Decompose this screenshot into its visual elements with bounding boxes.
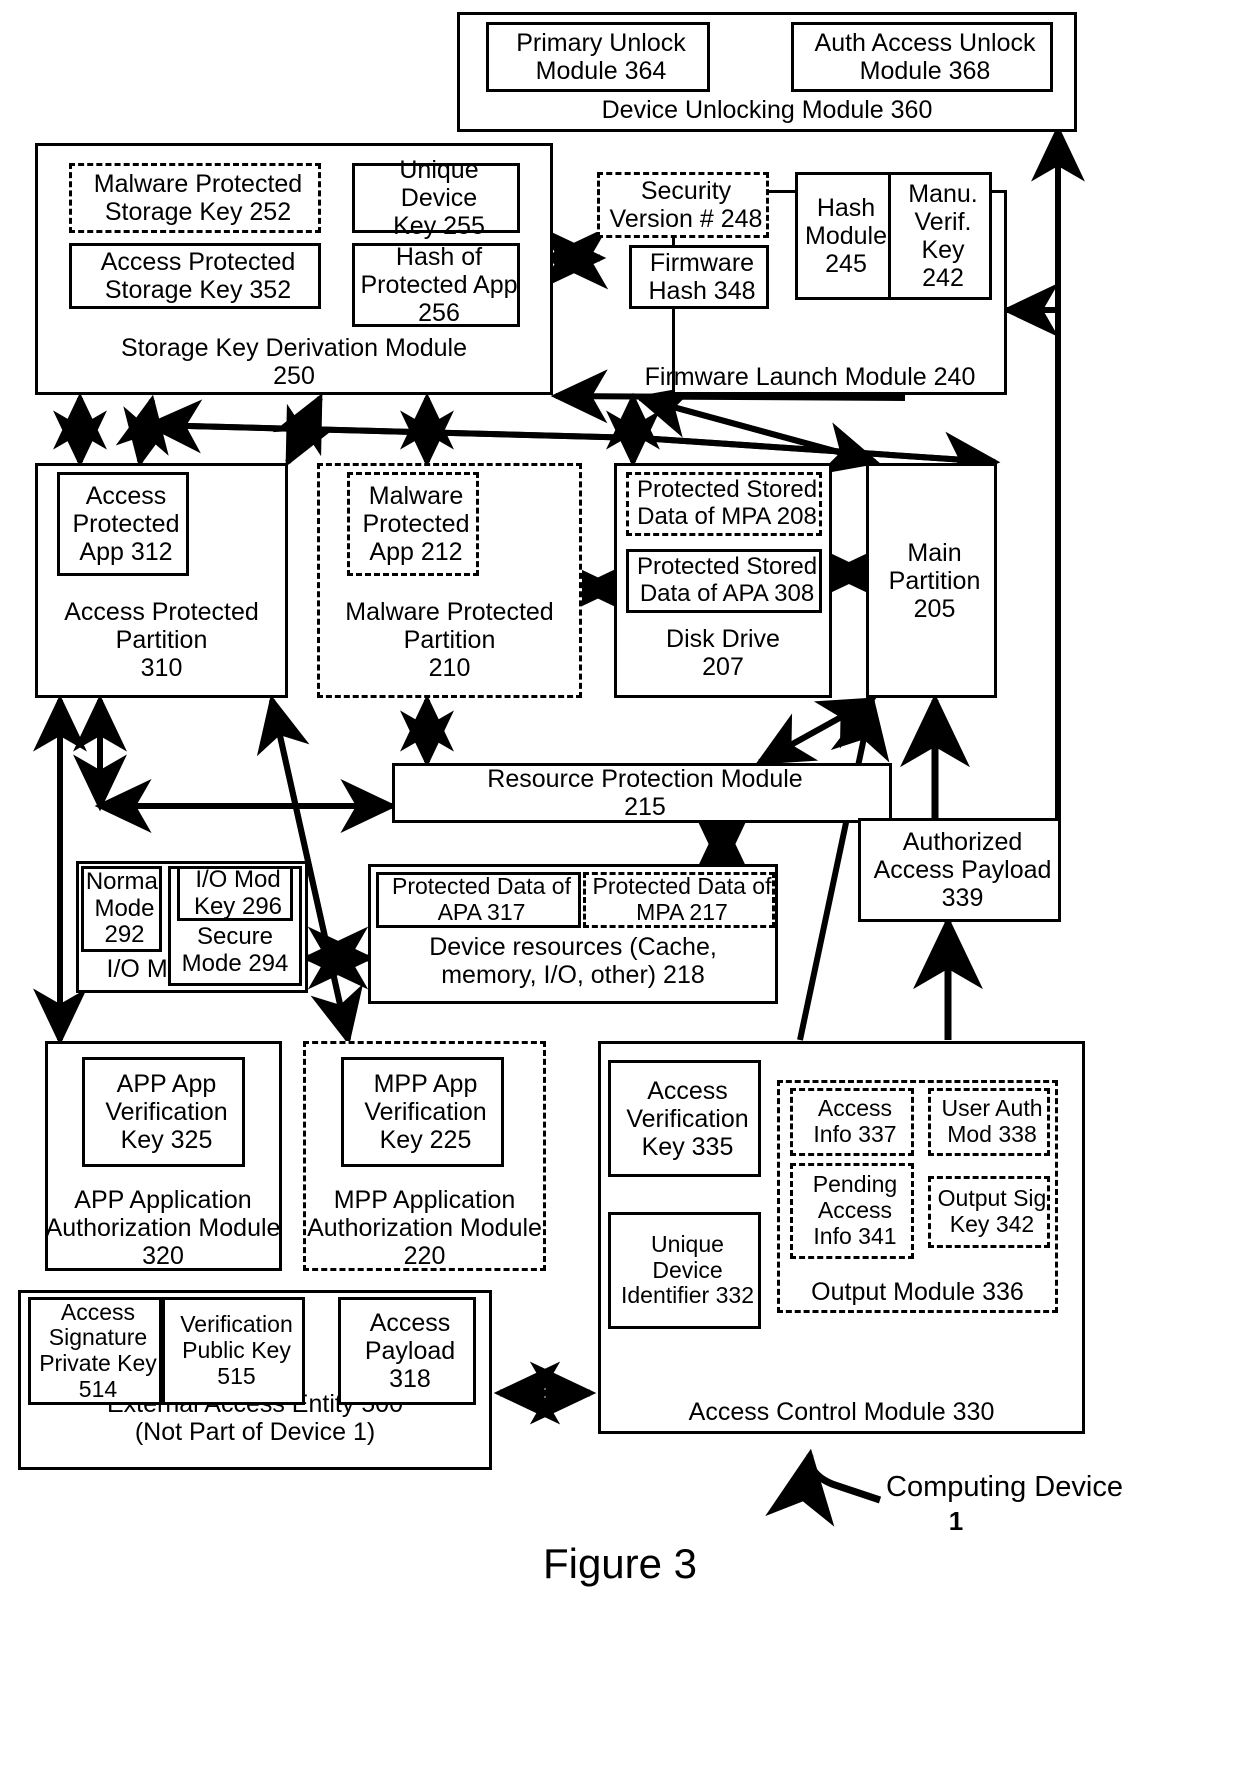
access-signature-private-key-label: Access Signature Private Key 514	[39, 1298, 157, 1402]
io-mod-key[interactable]: I/O Mod Key 296	[177, 866, 293, 921]
access-control-module-label: Access Control Module 330	[688, 1398, 995, 1426]
protected-stored-data-of-mpa-label: Protected Stored Data of MPA 208	[636, 476, 818, 530]
unique-device-key[interactable]: Unique Device Key 255	[352, 156, 520, 240]
access-info[interactable]: Access Info 337	[790, 1088, 914, 1156]
computing-device-number: 1	[948, 1506, 964, 1536]
access-verification-key-label: Access Verification Key 335	[626, 1076, 749, 1161]
unique-device-key-label: Unique Device Key 255	[393, 156, 485, 240]
manufacturer-verification-key[interactable]: Manu. Verif. Key 242	[888, 172, 992, 300]
computing-device-label: Computing Device	[886, 1471, 1123, 1503]
access-protected-storage-key-label: Access Protected Storage Key 352	[100, 248, 296, 304]
verification-public-key[interactable]: Verification Public Key 515	[162, 1297, 305, 1405]
access-protected-partition-label: Access Protected Partition 310	[64, 598, 259, 682]
storage-key-derivation-module-label: Storage Key Derivation Module 250	[120, 334, 468, 390]
access-info-label: Access Info 337	[813, 1095, 897, 1147]
device-unlocking-module-label: Device Unlocking Module 360	[601, 96, 933, 124]
hash-of-protected-app[interactable]: Hash of Protected App 256	[352, 243, 520, 327]
hash-module-label: Hash Module 245	[805, 194, 887, 278]
primary-unlock-module[interactable]: Primary Unlock Module 364	[486, 22, 710, 92]
authorized-access-payload[interactable]: Authorized Access Payload 339	[858, 818, 1061, 922]
protected-data-of-apa[interactable]: Protected Data of APA 317	[376, 872, 581, 928]
user-auth-mod-label: User Auth Mod 338	[941, 1095, 1043, 1147]
malware-protected-storage-key[interactable]: Malware Protected Storage Key 252	[69, 163, 321, 233]
malware-protected-app[interactable]: Malware Protected App 212	[347, 472, 479, 576]
firmware-hash-label: Firmware Hash 348	[648, 249, 756, 305]
malware-protected-storage-key-label: Malware Protected Storage Key 252	[93, 170, 303, 226]
protected-data-of-apa-label: Protected Data of APA 317	[392, 873, 571, 925]
auth-access-unlock-module-label: Auth Access Unlock Module 368	[814, 29, 1036, 85]
manufacturer-verification-key-label: Manu. Verif. Key 242	[908, 180, 978, 292]
protected-data-of-mpa-label: Protected Data of MPA 217	[592, 873, 772, 925]
protected-data-of-mpa[interactable]: Protected Data of MPA 217	[583, 872, 775, 928]
security-version-number-label: Security Version # 248	[609, 177, 763, 233]
hash-of-protected-app-label: Hash of Protected App 256	[360, 243, 518, 327]
security-version-number[interactable]: Security Version # 248	[597, 172, 769, 238]
main-partition-label: Main Partition 205	[888, 538, 981, 623]
authorized-access-payload-label: Authorized Access Payload 339	[873, 828, 1052, 912]
app-app-verification-key[interactable]: APP App Verification Key 325	[82, 1057, 245, 1167]
unique-device-identifier[interactable]: Unique Device Identifier 332	[608, 1212, 761, 1329]
access-payload[interactable]: Access Payload 318	[338, 1297, 476, 1405]
app-app-verification-key-label: APP App Verification Key 325	[105, 1070, 228, 1154]
device-resources-label: Device resources (Cache, memory, I/O, ot…	[429, 933, 717, 989]
main-partition[interactable]: Main Partition 205	[866, 463, 997, 698]
pending-access-info[interactable]: Pending Access Info 341	[790, 1163, 914, 1259]
unique-device-identifier-label: Unique Device Identifier 332	[621, 1230, 754, 1309]
io-mod-key-label: I/O Mod Key 296	[193, 865, 283, 920]
access-protected-app-label: Access Protected App 312	[72, 482, 180, 566]
hash-module[interactable]: Hash Module 245	[795, 172, 891, 300]
access-protected-app[interactable]: Access Protected App 312	[57, 472, 189, 576]
verification-public-key-label: Verification Public Key 515	[180, 1311, 293, 1389]
secure-mode-label: Secure Mode 294	[181, 923, 289, 977]
access-verification-key[interactable]: Access Verification Key 335	[608, 1060, 761, 1177]
patent-figure-3: Device Unlocking Module 360 Primary Unlo…	[0, 0, 1240, 1768]
output-sig-key[interactable]: Output Sig Key 342	[928, 1176, 1050, 1248]
access-payload-label: Access Payload 318	[364, 1309, 456, 1393]
user-auth-mod[interactable]: User Auth Mod 338	[928, 1088, 1050, 1156]
access-protected-storage-key[interactable]: Access Protected Storage Key 352	[69, 243, 321, 309]
output-module-label: Output Module 336	[811, 1278, 1024, 1306]
normal-mode[interactable]: Normal Mode 292	[81, 866, 164, 952]
protected-stored-data-of-apa-label: Protected Stored Data of APA 308	[636, 553, 818, 607]
protected-stored-data-of-apa[interactable]: Protected Stored Data of APA 308	[626, 549, 822, 613]
resource-protection-module[interactable]: Resource Protection Module 215	[392, 763, 892, 823]
app-application-authorization-module-label: APP Application Authorization Module 320	[45, 1186, 281, 1270]
access-signature-private-key[interactable]: Access Signature Private Key 514	[28, 1297, 162, 1405]
output-sig-key-label: Output Sig Key 342	[937, 1185, 1047, 1237]
primary-unlock-module-label: Primary Unlock Module 364	[516, 29, 686, 85]
pending-access-info-label: Pending Access Info 341	[812, 1171, 898, 1249]
firmware-hash[interactable]: Firmware Hash 348	[629, 245, 769, 309]
normal-mode-label: Normal Mode 292	[85, 867, 164, 949]
malware-protected-partition-label: Malware Protected Partition 210	[345, 598, 554, 682]
figure-caption: Figure 3	[542, 1540, 698, 1587]
malware-protected-app-label: Malware Protected App 212	[362, 482, 470, 566]
protected-stored-data-of-mpa[interactable]: Protected Stored Data of MPA 208	[626, 472, 822, 536]
auth-access-unlock-module[interactable]: Auth Access Unlock Module 368	[791, 22, 1053, 92]
firmware-launch-module-label: Firmware Launch Module 240	[644, 363, 976, 391]
mpp-app-verification-key-label: MPP App Verification Key 225	[364, 1070, 487, 1154]
resource-protection-module-label: Resource Protection Module 215	[487, 765, 803, 821]
mpp-application-authorization-module-label: MPP Application Authorization Module 220	[307, 1186, 542, 1270]
mpp-app-verification-key[interactable]: MPP App Verification Key 225	[341, 1057, 504, 1167]
disk-drive-label: Disk Drive 207	[666, 625, 780, 681]
